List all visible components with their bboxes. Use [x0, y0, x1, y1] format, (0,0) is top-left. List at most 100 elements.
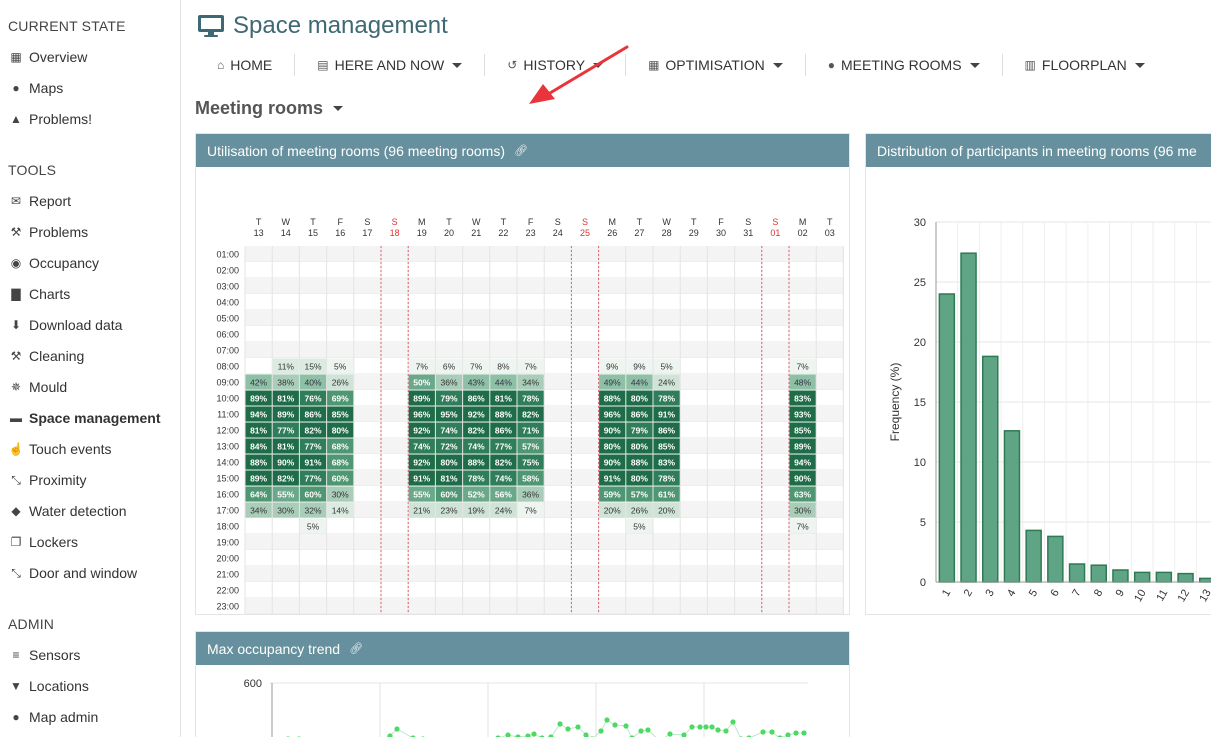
trend-point[interactable] [575, 724, 581, 730]
sidebar-item-sensors[interactable]: ≡ Sensors [8, 644, 80, 666]
sidebar-item-locations[interactable]: ▼ Locations [8, 675, 89, 697]
sidebar-item-download-data[interactable]: ⬇ Download data [8, 314, 122, 336]
trend-point[interactable] [565, 726, 571, 732]
trend-point[interactable] [709, 724, 715, 730]
sidebar-item-cleaning[interactable]: ⚒ Cleaning [8, 345, 85, 367]
heatmap-cell-value: 91% [604, 474, 621, 484]
bar[interactable] [1199, 577, 1211, 583]
heatmap-cell-value: 44% [631, 378, 648, 388]
sidebar-item-mould[interactable]: ✵ Mould [8, 376, 67, 398]
heatmap-cell-value: 71% [522, 426, 539, 436]
sidebar-item-touch-events[interactable]: ☝ Touch events [8, 438, 112, 460]
y-tick-label: 15 [914, 397, 926, 409]
section-title: Meeting rooms [195, 98, 324, 118]
heatmap-cell-value: 94% [794, 458, 811, 468]
sidebar-item-maps[interactable]: ● Maps [8, 77, 63, 99]
trend-point[interactable] [531, 731, 537, 737]
bar[interactable] [1177, 572, 1194, 583]
bar[interactable] [1025, 529, 1042, 583]
sidebar-item-label: Mould [29, 379, 68, 395]
heatmap-cell-value: 77% [304, 442, 321, 452]
nav-meeting-rooms[interactable]: ● MEETING ROOMS [804, 54, 1002, 76]
x-tick-label: 11 [1154, 588, 1170, 604]
y-tick-label: 10 [914, 457, 926, 469]
sidebar-item-occupancy[interactable]: ◉ Occupancy [8, 252, 99, 274]
heatmap-cell-value: 5% [633, 522, 646, 532]
trend-point[interactable] [785, 732, 791, 737]
heatmap-cell-value: 72% [440, 442, 457, 452]
sidebar-item-overview[interactable]: ▦ Overview [8, 46, 87, 68]
heatmap-cell-value: 89% [250, 394, 267, 404]
hour-label: 07:00 [216, 346, 239, 356]
link-icon[interactable]: 🔗︎ [514, 144, 528, 157]
hour-label: 14:00 [216, 458, 239, 468]
heatmap-cell-value: 79% [440, 394, 457, 404]
broom-icon: ⚒ [10, 349, 22, 363]
sidebar-item-report[interactable]: ✉ Report [8, 190, 71, 212]
meeting-rooms-dropdown[interactable]: Meeting rooms [195, 98, 344, 119]
trend-point[interactable] [689, 724, 695, 730]
trend-point[interactable] [793, 730, 799, 736]
trend-point[interactable] [667, 731, 673, 737]
sidebar-item-label: Report [29, 193, 72, 209]
sidebar-section-title: TOOLS [8, 162, 57, 178]
nav-home[interactable]: ⌂ HOME [197, 54, 294, 76]
bar[interactable] [1068, 563, 1086, 583]
trend-point[interactable] [638, 728, 644, 734]
bar[interactable] [960, 252, 977, 583]
bar[interactable] [1003, 430, 1021, 583]
nav-here-and-now[interactable]: ▤ HERE AND NOW [294, 54, 484, 76]
trend-point[interactable] [394, 726, 400, 732]
sidebar-item-charts[interactable]: ▇ Charts [8, 283, 70, 305]
sidebar-item-door-and-window[interactable]: ⤡ Door and window [8, 562, 137, 584]
sidebar-item-water-detection[interactable]: ◆ Water detection [8, 500, 126, 522]
calculator-icon: ▦ [648, 58, 660, 72]
heatmap-cell-value: 84% [250, 442, 267, 452]
trend-point[interactable] [697, 724, 703, 730]
bar[interactable] [938, 293, 956, 583]
heatmap-cell-value: 81% [440, 474, 457, 484]
bar[interactable] [1155, 571, 1173, 583]
date-label: 17 [362, 228, 372, 238]
heatmap-cell-value: 93% [794, 410, 811, 420]
trend-point[interactable] [769, 729, 775, 735]
bar[interactable] [1047, 535, 1064, 583]
trend-point[interactable] [723, 728, 729, 734]
trend-point[interactable] [525, 733, 531, 737]
trend-point[interactable] [801, 730, 807, 736]
sidebar-item-lockers[interactable]: ❐ Lockers [8, 531, 78, 553]
nav-optimisation[interactable]: ▦ OPTIMISATION [625, 54, 805, 76]
heatmap-cell-value: 26% [631, 506, 648, 516]
nav-history[interactable]: ↺ HISTORY [484, 54, 625, 76]
trend-point[interactable] [612, 722, 618, 728]
heatmap-cell-value: 83% [658, 458, 675, 468]
trend-point[interactable] [760, 729, 766, 735]
sidebar-item-label: Lockers [29, 534, 79, 550]
trend-point[interactable] [505, 732, 511, 737]
trend-point[interactable] [645, 727, 651, 733]
bar[interactable] [1112, 569, 1129, 583]
bar[interactable] [1090, 564, 1107, 583]
sidebar-item-proximity[interactable]: ⤡ Proximity [8, 469, 86, 491]
nav-floorplan[interactable]: ▥ FLOORPLAN [1001, 54, 1167, 76]
heatmap-cell-value: 95% [440, 410, 457, 420]
sidebar-item-map-admin[interactable]: ● Map admin [8, 706, 98, 728]
bar[interactable] [982, 355, 999, 583]
sidebar-item-problems[interactable]: ⚒ Problems [8, 221, 89, 243]
bar[interactable] [1133, 571, 1151, 583]
trend-point[interactable] [557, 721, 563, 727]
heatmap-cell-value: 78% [522, 394, 539, 404]
sidebar-item-space-management[interactable]: ▬ Space management [8, 407, 161, 429]
heatmap-cell-value: 86% [304, 410, 321, 420]
sidebar-item-problems[interactable]: ▲ Problems! [8, 108, 92, 130]
date-label: 27 [634, 228, 644, 238]
link-icon[interactable]: 🔗︎ [349, 642, 363, 655]
date-label: 28 [662, 228, 672, 238]
trend-point[interactable] [598, 728, 604, 734]
trend-point[interactable] [604, 717, 610, 723]
trend-point[interactable] [730, 719, 736, 725]
trend-point[interactable] [623, 723, 629, 729]
trend-point[interactable] [715, 727, 721, 733]
trend-point[interactable] [703, 724, 709, 730]
date-label: 26 [607, 228, 617, 238]
